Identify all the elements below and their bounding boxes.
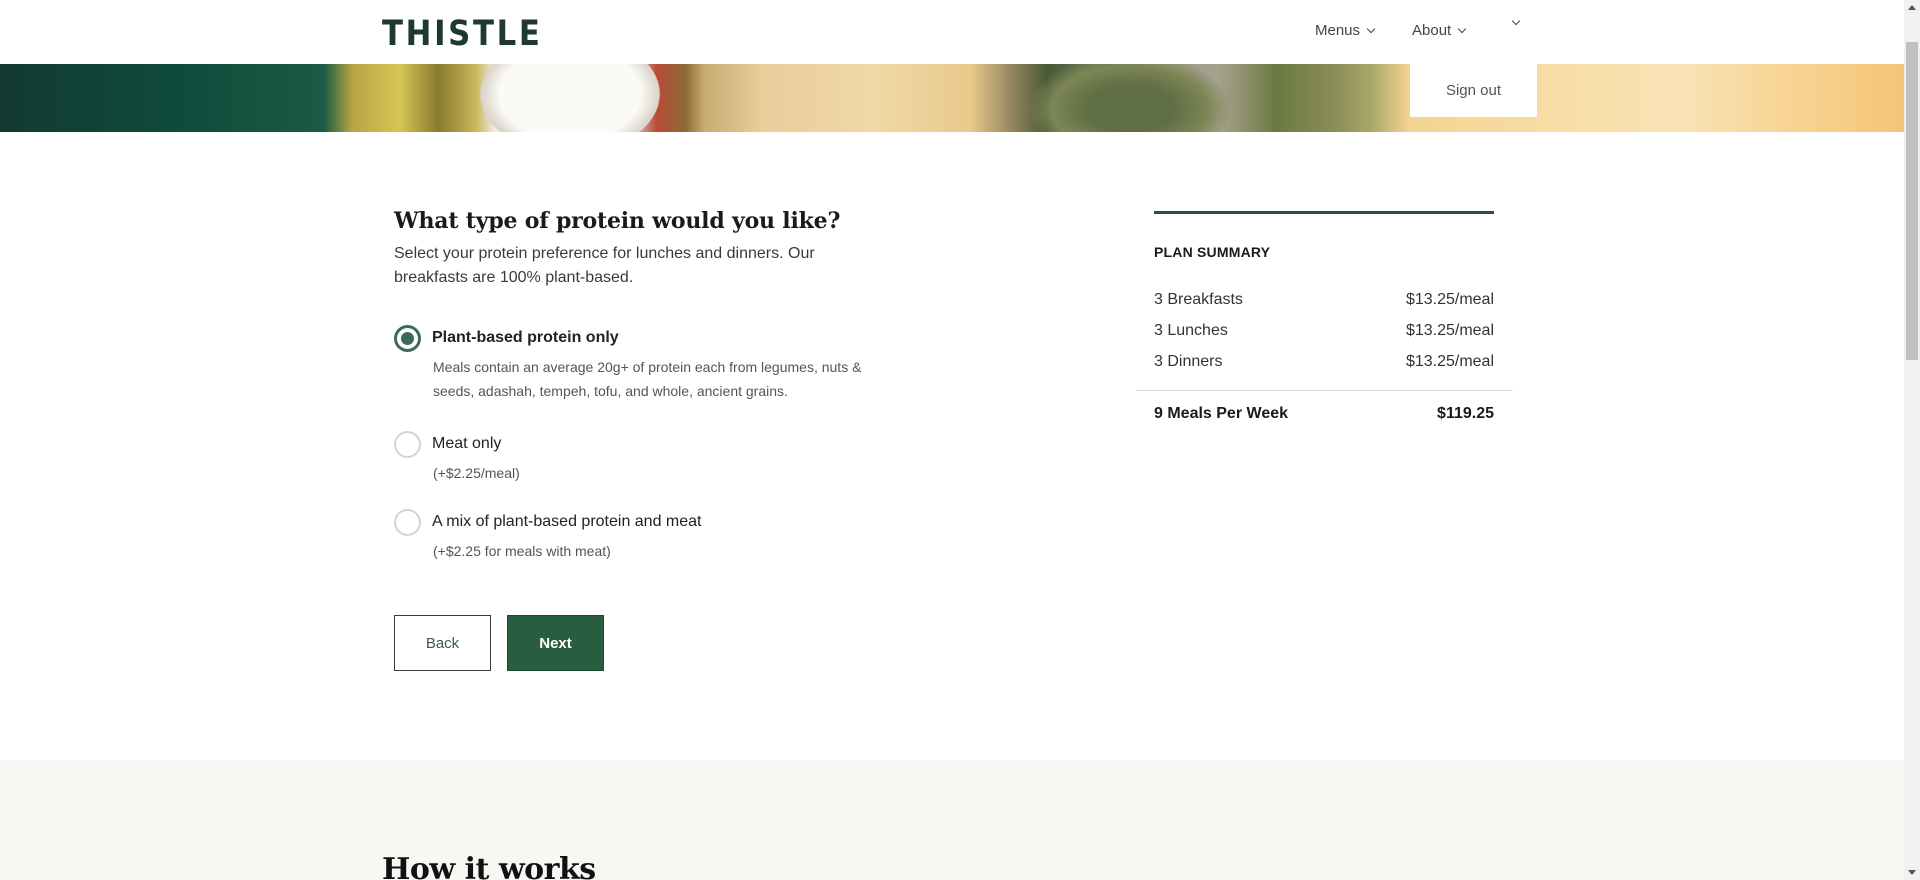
food-bowl-decoration xyxy=(480,64,660,132)
summary-row: 3 Breakfasts $13.25/meal xyxy=(1154,291,1494,309)
summary-total-label: 9 Meals Per Week xyxy=(1154,405,1289,422)
chevron-down-icon xyxy=(1366,24,1376,33)
nav-account-dropdown[interactable] xyxy=(1505,16,1521,26)
nav-about[interactable]: About xyxy=(1412,22,1467,39)
chevron-down-icon xyxy=(1511,16,1521,26)
site-header: THISTLE Menus About xyxy=(0,0,1904,64)
radio-button[interactable] xyxy=(394,431,421,458)
sign-out-menu-item[interactable]: Sign out xyxy=(1410,64,1537,117)
next-button[interactable]: Next xyxy=(507,615,604,671)
thistle-logo[interactable]: THISTLE xyxy=(382,14,543,54)
summary-row-label: 3 Breakfasts xyxy=(1154,291,1243,308)
radio-button-selected[interactable] xyxy=(394,325,421,352)
how-it-works-section: How it works xyxy=(0,760,1904,880)
summary-row-price: $13.25/meal xyxy=(1405,291,1494,308)
option-label: A mix of plant-based protein and meat xyxy=(432,513,702,530)
option-label: Meat only xyxy=(432,435,502,452)
summary-divider xyxy=(1136,390,1513,391)
scroll-up-arrow-icon[interactable] xyxy=(1908,5,1916,10)
scroll-down-arrow-icon[interactable] xyxy=(1908,870,1916,875)
how-it-works-title: How it works xyxy=(382,852,596,880)
summary-accent-bar xyxy=(1154,211,1494,214)
option-label: Plant-based protein only xyxy=(432,329,619,346)
summary-total-price: $119.25 xyxy=(1437,405,1494,422)
food-greens-decoration xyxy=(1030,64,1230,132)
option-description: (+$2.25 for meals with meat) xyxy=(433,543,611,559)
summary-row-price: $13.25/meal xyxy=(1405,322,1494,339)
nav-about-label: About xyxy=(1412,22,1452,39)
plan-summary-title: PLAN SUMMARY xyxy=(1154,244,1271,260)
page-scrollbar[interactable] xyxy=(1904,0,1920,880)
radio-button[interactable] xyxy=(394,509,421,536)
summary-row-label: 3 Dinners xyxy=(1154,353,1223,370)
hero-banner-image xyxy=(0,64,1904,132)
nav-menus-label: Menus xyxy=(1315,22,1361,39)
option-description: Meals contain an average 20g+ of protein… xyxy=(433,359,862,399)
question-title: What type of protein would you like? xyxy=(394,208,841,234)
summary-row: 3 Dinners $13.25/meal xyxy=(1154,353,1494,371)
nav-menus[interactable]: Menus xyxy=(1315,22,1376,39)
back-button[interactable]: Back xyxy=(394,615,491,671)
option-description: (+$2.25/meal) xyxy=(433,465,520,481)
summary-total-row: 9 Meals Per Week $119.25 xyxy=(1154,405,1494,423)
chevron-down-icon xyxy=(1457,24,1467,33)
summary-row-price: $13.25/meal xyxy=(1405,353,1494,370)
summary-row-label: 3 Lunches xyxy=(1154,322,1228,339)
scrollbar-thumb[interactable] xyxy=(1906,42,1918,360)
question-subtitle: Select your protein preference for lunch… xyxy=(394,245,815,286)
summary-row: 3 Lunches $13.25/meal xyxy=(1154,322,1494,340)
